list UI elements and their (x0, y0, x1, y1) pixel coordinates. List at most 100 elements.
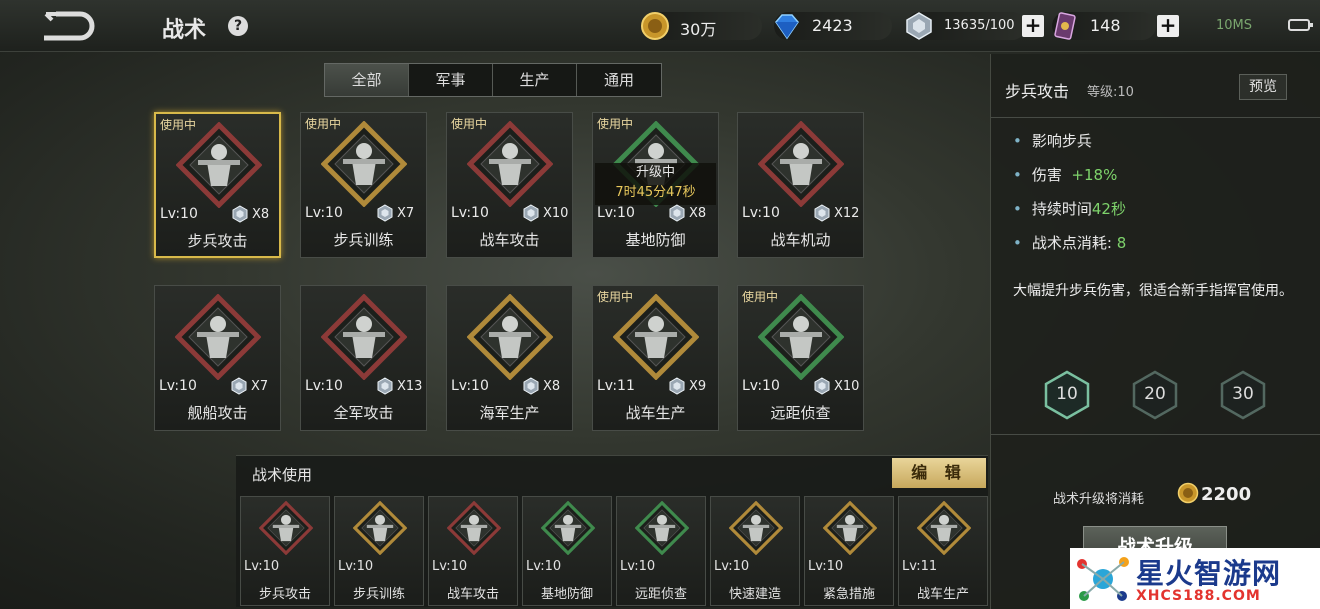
stat-target-text: 影响步兵 (1031, 132, 1092, 150)
usage-slot[interactable]: Lv:10 步兵攻击 (240, 496, 330, 606)
page-title: 战术 (162, 18, 207, 43)
stat-duration-value: 42秒 (1091, 200, 1126, 218)
usage-slot[interactable]: Lv:10 基地防御 (522, 496, 612, 606)
tactic-emblem-icon (259, 501, 313, 555)
usage-slot[interactable]: Lv:10 远距侦查 (616, 496, 706, 606)
card-quantity: X8 (543, 379, 561, 394)
tab-general[interactable]: 通用 (577, 64, 661, 96)
card-quantity: X10 (834, 379, 860, 394)
silver-crystal-icon (377, 204, 393, 222)
watermark: 星火智游网 XHCS188.COM (1070, 548, 1320, 609)
card-level: Lv:11 (597, 378, 635, 394)
slot-name: 战车生产 (916, 587, 969, 602)
card-quantity: X10 (543, 206, 569, 221)
stat-damage: • 伤害 +18% (1013, 166, 1118, 184)
card-name: 步兵训练 (333, 231, 394, 249)
tactic-card[interactable]: 使用中 Lv:10 X8 步兵攻击 (154, 112, 281, 258)
slot-name: 战车攻击 (446, 587, 499, 602)
silver-crystal-icon (377, 377, 393, 395)
slot-level: Lv:10 (338, 559, 374, 574)
card-quantity: X9 (689, 379, 707, 394)
card-name: 步兵攻击 (187, 232, 248, 250)
card-name: 海军生产 (479, 404, 540, 422)
gold-coin-icon (1177, 482, 1199, 504)
ticket-value: 148 (1090, 16, 1121, 35)
slot-level: Lv:11 (902, 559, 938, 574)
help-button[interactable]: ? (228, 16, 248, 36)
usage-slot[interactable]: Lv:11 战车生产 (898, 496, 988, 606)
card-name: 舰船攻击 (187, 404, 248, 422)
crystal-resource: 13635/100 (906, 12, 1026, 40)
slot-name: 快速建造 (728, 587, 781, 602)
level-20-button[interactable]: 20 (1131, 370, 1179, 420)
silver-crystal-icon (523, 204, 539, 222)
usage-slot[interactable]: Lv:10 快速建造 (710, 496, 800, 606)
network-logo-icon (1077, 557, 1129, 601)
diamond-resource: 2423 (774, 12, 892, 40)
usage-slot[interactable]: Lv:10 战车攻击 (428, 496, 518, 606)
card-name: 全军攻击 (333, 404, 394, 422)
navy-production-icon (467, 294, 553, 380)
slot-name: 基地防御 (540, 587, 593, 602)
detail-level: 等级:10 (1087, 85, 1134, 100)
detail-name: 步兵攻击 (1005, 82, 1070, 101)
tactic-card[interactable]: Lv:10 X13 全军攻击 (300, 285, 427, 431)
stat-duration: • 持续时间42秒 (1013, 200, 1126, 218)
level-30-button[interactable]: 30 (1219, 370, 1267, 420)
infantry-training-icon (321, 121, 407, 207)
usage-slot[interactable]: Lv:10 紧急措施 (804, 496, 894, 606)
silver-crystal-icon (669, 204, 685, 222)
slot-level: Lv:10 (244, 559, 280, 574)
tactic-card[interactable]: 使用中 Lv:10 X10 战车攻击 (446, 112, 573, 258)
tactic-card[interactable]: 使用中 Lv:10 X7 步兵训练 (300, 112, 427, 258)
upgrading-label: 升级中 (635, 165, 675, 180)
infantry-attack-icon (176, 122, 262, 208)
usage-title: 战术使用 (252, 466, 313, 484)
tab-all[interactable]: 全部 (325, 64, 409, 96)
stat-target: • 影响步兵 (1013, 132, 1092, 150)
slot-name: 远距侦查 (634, 587, 687, 602)
level-10-button[interactable]: 10 (1043, 370, 1091, 420)
tactic-usage-panel: 战术使用 编 辑 Lv:10 步兵攻击 Lv:10 步兵训练 Lv:10 战车攻击 Lv:1… (236, 455, 988, 607)
tactic-card[interactable]: 使用中 Lv:10 X10 远距侦查 (737, 285, 864, 431)
ship-attack-icon (175, 294, 261, 380)
tactic-card[interactable]: Lv:10 X12 战车机动 (737, 112, 864, 258)
tank-mobility-icon (758, 121, 844, 207)
card-level: Lv:10 (159, 378, 197, 394)
tactic-emblem-icon (541, 501, 595, 555)
top-bar: 战术 ? 30万 2423 13635/100 + 148 + 10MS (0, 0, 1320, 52)
card-name: 战车机动 (770, 231, 831, 249)
upgrade-cost-value: 2200 (1201, 484, 1252, 505)
stat-cost-value: 8 (1116, 234, 1127, 252)
tactic-emblem-icon (823, 501, 877, 555)
add-ticket-button[interactable]: + (1157, 15, 1179, 37)
card-name: 远距侦查 (770, 404, 831, 422)
tactic-card[interactable]: 使用中 升级中 7时45分47秒 Lv:10 X8 基地防御 (592, 112, 719, 258)
upgrade-timer: 7时45分47秒 (615, 185, 696, 200)
card-quantity: X12 (834, 206, 860, 221)
usage-slot[interactable]: Lv:10 步兵训练 (334, 496, 424, 606)
upgrade-cost-label: 战术升级将消耗 (1053, 492, 1145, 507)
slot-name: 步兵训练 (352, 587, 405, 602)
tab-production[interactable]: 生产 (493, 64, 577, 96)
tactic-card[interactable]: Lv:10 X8 海军生产 (446, 285, 573, 431)
battery-icon (1288, 19, 1313, 31)
diamond-icon (775, 14, 799, 40)
card-quantity: X13 (397, 379, 423, 394)
edit-button[interactable]: 编 辑 (892, 458, 986, 488)
stat-damage-value: +18% (1071, 166, 1118, 184)
card-name: 基地防御 (625, 231, 686, 249)
slot-level: Lv:10 (620, 559, 656, 574)
tactic-emblem-icon (353, 501, 407, 555)
back-arrow-icon[interactable] (38, 8, 98, 44)
tactic-card[interactable]: Lv:10 X7 舰船攻击 (154, 285, 281, 431)
tab-military[interactable]: 军事 (409, 64, 493, 96)
card-quantity: X7 (397, 206, 415, 221)
silver-crystal-icon (232, 205, 248, 223)
divider (991, 434, 1320, 435)
add-crystal-button[interactable]: + (1022, 15, 1044, 37)
silver-crystal-icon (814, 377, 830, 395)
tactic-card[interactable]: 使用中 Lv:11 X9 战车生产 (592, 285, 719, 431)
preview-button[interactable]: 预览 (1239, 74, 1287, 100)
ping-indicator: 10MS (1216, 18, 1253, 33)
